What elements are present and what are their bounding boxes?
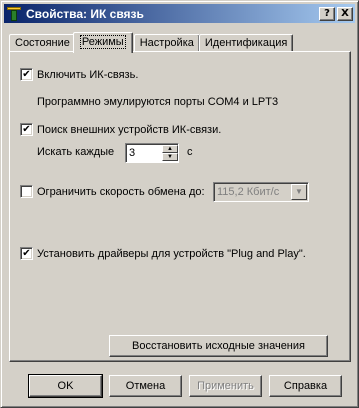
- spin-down-icon[interactable]: ▼: [162, 153, 178, 161]
- tab-modes[interactable]: Режимы: [72, 32, 133, 53]
- apply-button[interactable]: Применить: [189, 375, 262, 397]
- enable-ir-checkbox[interactable]: ✔: [20, 68, 33, 81]
- search-interval-spinner[interactable]: ▲ ▼: [162, 145, 178, 161]
- speed-value: 115,2 Кбит/с: [217, 186, 280, 198]
- tab-modes-label: Режимы: [79, 35, 126, 49]
- cancel-button[interactable]: Отмена: [109, 375, 182, 397]
- title-bar[interactable]: Свойства: ИК связь ? X: [4, 4, 355, 23]
- search-interval-value: 3: [129, 147, 136, 159]
- tab-settings[interactable]: Настройка: [133, 34, 200, 52]
- tab-identification[interactable]: Идентификация: [198, 34, 294, 52]
- help-button[interactable]: Справка: [269, 375, 342, 397]
- limit-speed-option[interactable]: Ограничить скорость обмена до:: [20, 185, 205, 198]
- tab-settings-label: Настройка: [139, 37, 194, 49]
- tab-identification-label: Идентификация: [204, 37, 288, 49]
- spin-up-icon[interactable]: ▲: [162, 145, 178, 153]
- plug-and-play-label: Установить драйверы для устройств "Plug …: [37, 247, 306, 260]
- limit-speed-checkbox[interactable]: [20, 185, 33, 198]
- window-title: Свойства: ИК связь: [26, 6, 144, 21]
- tab-status[interactable]: Состояние: [9, 34, 76, 52]
- restore-defaults-button[interactable]: Восстановить исходные значения: [109, 335, 328, 357]
- tab-status-label: Состояние: [15, 37, 70, 49]
- ok-button[interactable]: OK: [28, 374, 103, 398]
- chevron-down-icon[interactable]: ▼: [291, 184, 307, 200]
- infrared-device-icon: [6, 6, 22, 22]
- limit-speed-label: Ограничить скорость обмена до:: [37, 185, 205, 198]
- speed-select[interactable]: 115,2 Кбит/с ▼: [213, 182, 309, 202]
- enable-ir-option[interactable]: ✔ Включить ИК-связь.: [20, 68, 138, 81]
- search-devices-label: Поиск внешних устройств ИК-связи.: [37, 123, 222, 136]
- tab-strip: Состояние Режимы Настройка Идентификация: [9, 32, 294, 53]
- plug-and-play-checkbox[interactable]: ✔: [20, 247, 33, 260]
- search-interval-label: Искать каждые: [37, 146, 115, 158]
- enable-ir-label: Включить ИК-связь.: [37, 68, 139, 81]
- help-title-button[interactable]: ?: [319, 6, 335, 21]
- properties-dialog: Свойства: ИК связь ? X Состояние Режимы …: [0, 0, 359, 408]
- plug-and-play-option[interactable]: ✔ Установить драйверы для устройств "Plu…: [20, 247, 306, 260]
- search-devices-option[interactable]: ✔ Поиск внешних устройств ИК-связи.: [20, 123, 221, 136]
- close-icon[interactable]: X: [337, 6, 353, 21]
- search-devices-checkbox[interactable]: ✔: [20, 123, 33, 136]
- search-interval-unit: с: [187, 146, 193, 158]
- emulated-ports-text: Программно эмулируются порты COM4 и LPT3: [37, 96, 279, 108]
